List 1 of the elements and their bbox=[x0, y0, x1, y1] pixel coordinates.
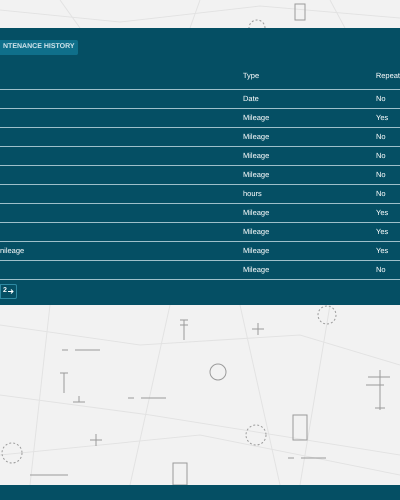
arrow-icon bbox=[8, 289, 14, 294]
